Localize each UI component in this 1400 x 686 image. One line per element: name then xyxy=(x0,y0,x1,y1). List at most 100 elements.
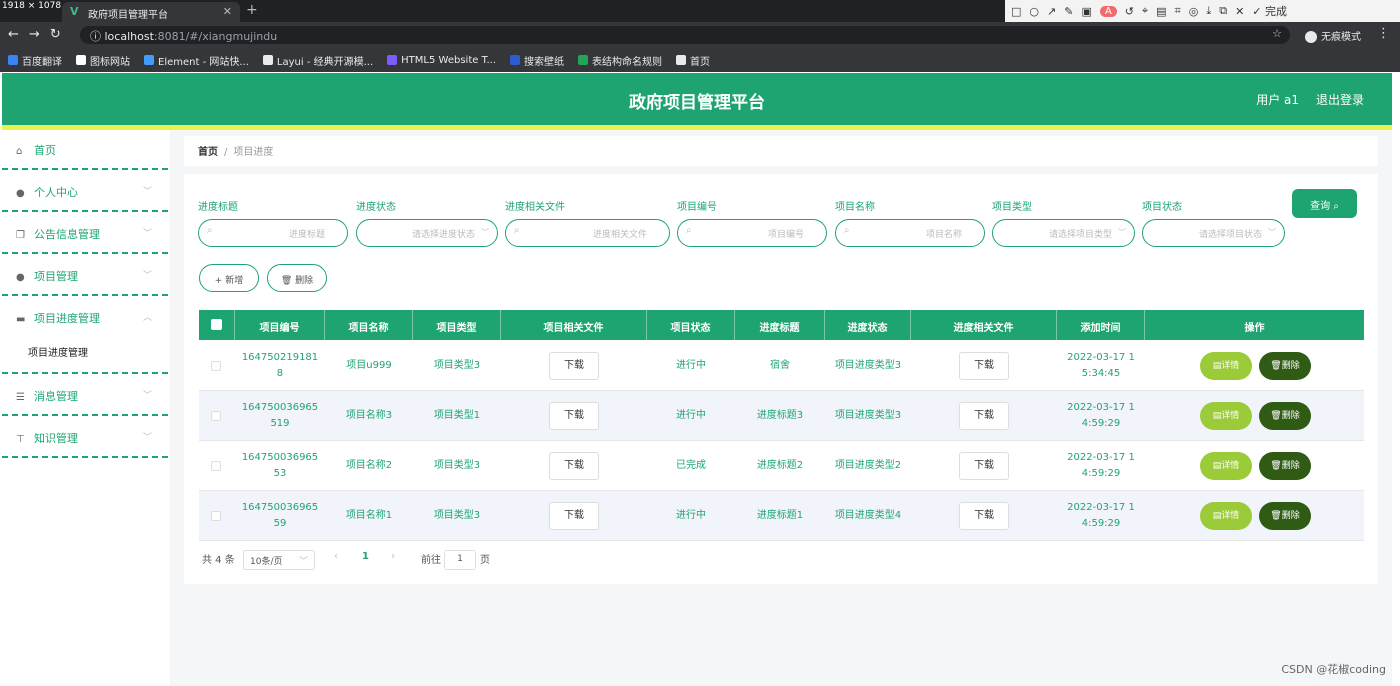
sidebar-item-knowledge-management[interactable]: ⊤ 知识管理 ﹀ xyxy=(2,418,168,458)
download-progress-file-button[interactable]: 下载 xyxy=(959,452,1009,480)
bookmark-item[interactable]: Element - 网站快... xyxy=(144,53,249,68)
breadcrumb-home[interactable]: 首页 xyxy=(198,147,218,158)
done-button[interactable]: ✓ 完成 xyxy=(1252,3,1287,19)
filter-input[interactable]: ⌕ 进度标题 xyxy=(198,219,348,247)
pin-tool-icon[interactable]: ⌖ xyxy=(1142,4,1148,18)
forward-icon[interactable]: → xyxy=(29,27,50,42)
delete-button[interactable]: 🗑︎ 删除 xyxy=(1259,352,1311,380)
incognito-indicator[interactable]: 无痕模式 xyxy=(1305,28,1361,43)
bookmark-label: 表结构命名规则 xyxy=(592,56,663,68)
row-checkbox[interactable] xyxy=(211,461,221,471)
detail-button[interactable]: ▤ 详情 xyxy=(1200,502,1252,530)
row-checkbox[interactable] xyxy=(211,511,221,521)
goto-label: 前往 xyxy=(421,555,441,566)
detail-button[interactable]: ▤ 详情 xyxy=(1200,452,1252,480)
bookmark-item[interactable]: HTML5 Website T... xyxy=(387,55,496,66)
sidebar-item-progress-management[interactable]: ▬ 项目进度管理 ︿ xyxy=(2,298,168,374)
table-header: 项目编号 项目名称 项目类型 项目相关文件 项目状态 进度标题 进度状态 进度相… xyxy=(199,310,1364,340)
download-tool-icon[interactable]: ⤓ xyxy=(1206,4,1211,18)
bookmark-item[interactable]: 图标网站 xyxy=(76,53,130,68)
delete-button[interactable]: 🗑︎ 删除 xyxy=(1259,452,1311,480)
rectangle-tool-icon[interactable]: □ xyxy=(1011,5,1021,18)
reload-icon[interactable]: ↻ xyxy=(50,27,71,42)
filter-select[interactable]: ﹀ 请选择项目类型 xyxy=(992,219,1135,247)
circle-tool-icon[interactable]: ○ xyxy=(1029,5,1039,18)
page-size-select[interactable]: 10条/页 ﹀ xyxy=(243,550,315,570)
bookmark-star-icon[interactable]: ☆ xyxy=(1272,27,1282,40)
text-tool-icon[interactable]: A xyxy=(1099,5,1117,17)
cell-project-type: 项目类型3 xyxy=(413,491,501,541)
download-progress-file-button[interactable]: 下载 xyxy=(959,502,1009,530)
crop-tool-icon[interactable]: ⌗ xyxy=(1175,4,1181,18)
page-number-current[interactable]: 1 xyxy=(362,551,369,562)
batch-delete-button[interactable]: 🗑︎ 删除 xyxy=(267,264,327,292)
added-time-line: 2022-03-17 1 xyxy=(1067,352,1135,363)
nav-buttons[interactable]: ←→↻ xyxy=(8,27,71,42)
detail-button[interactable]: ▤ 详情 xyxy=(1200,352,1252,380)
chevron-down-icon: ﹀ xyxy=(142,271,152,281)
back-icon[interactable]: ← xyxy=(8,27,29,42)
logout-link[interactable]: 退出登录 xyxy=(1316,91,1364,108)
new-tab-icon[interactable]: + xyxy=(246,2,258,18)
cell-project-status: 已完成 xyxy=(647,441,735,491)
trash-icon: 🗑︎ xyxy=(280,276,293,286)
copy-tool-icon[interactable]: ⧉ xyxy=(1219,4,1227,18)
query-button[interactable]: 查询 ⌕ xyxy=(1292,189,1357,218)
project-code-line: 164750036965 xyxy=(241,502,319,513)
list-icon: ☰ xyxy=(16,392,25,403)
bookmark-item[interactable]: 表结构命名规则 xyxy=(578,53,662,68)
bookmark-item[interactable]: 首页 xyxy=(676,53,710,68)
download-project-file-button[interactable]: 下载 xyxy=(549,502,599,530)
arrow-tool-icon[interactable]: ↗ xyxy=(1047,5,1056,18)
project-code-line: 164750036965 xyxy=(241,452,319,463)
pen-tool-icon[interactable]: ✎ xyxy=(1064,5,1073,18)
goto-page-input[interactable]: 1 xyxy=(444,550,476,570)
filter-select[interactable]: ﹀ 请选择进度状态 xyxy=(356,219,498,247)
bookmark-item[interactable]: 搜索壁纸 xyxy=(510,53,564,68)
filter-input[interactable]: ⌕ 项目名称 xyxy=(835,219,985,247)
sidebar-item-personal-center[interactable]: ● 个人中心 ﹀ xyxy=(2,172,168,212)
cell-progress-file: 下载 xyxy=(911,441,1057,491)
sidebar-item-project-management[interactable]: ● 项目管理 ﹀ xyxy=(2,256,168,296)
select-all-checkbox[interactable] xyxy=(211,319,222,330)
bookmark-item[interactable]: 百度翻译 xyxy=(8,53,62,68)
row-checkbox[interactable] xyxy=(211,411,221,421)
filter-select[interactable]: ﹀ 请选择项目状态 xyxy=(1142,219,1285,247)
undo-icon[interactable]: ↺ xyxy=(1125,5,1134,18)
project-status: 已完成 xyxy=(676,460,706,471)
url-bar[interactable]: ⓘ localhost:8081/#/xiangmujindu ☆ xyxy=(80,26,1290,44)
detail-button[interactable]: ▤ 详情 xyxy=(1200,402,1252,430)
url-info-icon[interactable]: ⓘ xyxy=(90,30,105,43)
chevron-down-icon: ﹀ xyxy=(1118,228,1126,237)
download-project-file-button[interactable]: 下载 xyxy=(549,402,599,430)
filter-placeholder: 进度相关文件 xyxy=(592,230,647,240)
prev-page-icon[interactable]: ‹ xyxy=(334,551,338,562)
add-button[interactable]: + 新增 xyxy=(199,264,259,292)
download-project-file-button[interactable]: 下载 xyxy=(549,352,599,380)
project-type: 项目类型3 xyxy=(433,510,481,521)
sidebar-item-home[interactable]: ⌂ 首页 xyxy=(2,130,168,170)
delete-button[interactable]: 🗑︎ 删除 xyxy=(1259,502,1311,530)
download-project-file-button[interactable]: 下载 xyxy=(549,452,599,480)
sidebar-subitem-progress-management[interactable]: 项目进度管理 xyxy=(28,344,88,359)
close-tab-icon[interactable]: ✕ xyxy=(223,5,232,18)
browser-tab[interactable]: V 政府项目管理平台 ✕ xyxy=(62,2,240,22)
download-progress-file-button[interactable]: 下载 xyxy=(959,402,1009,430)
delete-button[interactable]: 🗑︎ 删除 xyxy=(1259,402,1311,430)
sidebar-item-label: 知识管理 xyxy=(34,432,78,445)
browser-menu-icon[interactable]: ⋮ xyxy=(1377,26,1390,41)
cell-project-name: 项目名称3 xyxy=(325,391,413,441)
bookmark-item[interactable]: Layui - 经典开源模... xyxy=(262,53,374,68)
row-checkbox[interactable] xyxy=(211,361,221,371)
sidebar-item-message-management[interactable]: ☰ 消息管理 ﹀ xyxy=(2,376,168,416)
download-progress-file-button[interactable]: 下载 xyxy=(959,352,1009,380)
ocr-tool-icon[interactable]: ▤ xyxy=(1156,5,1166,18)
sidebar-item-notice-management[interactable]: ❐ 公告信息管理 ﹀ xyxy=(2,214,168,254)
next-page-icon[interactable]: › xyxy=(391,551,395,562)
bookmark-label: Layui - 经典开源模... xyxy=(276,56,374,68)
mosaic-tool-icon[interactable]: ▣ xyxy=(1081,5,1091,18)
filter-input[interactable]: ⌕ 进度相关文件 xyxy=(505,219,670,247)
target-tool-icon[interactable]: ◎ xyxy=(1189,5,1199,18)
filter-input[interactable]: ⌕ 项目编号 xyxy=(677,219,827,247)
cancel-icon[interactable]: ✕ xyxy=(1235,5,1244,18)
